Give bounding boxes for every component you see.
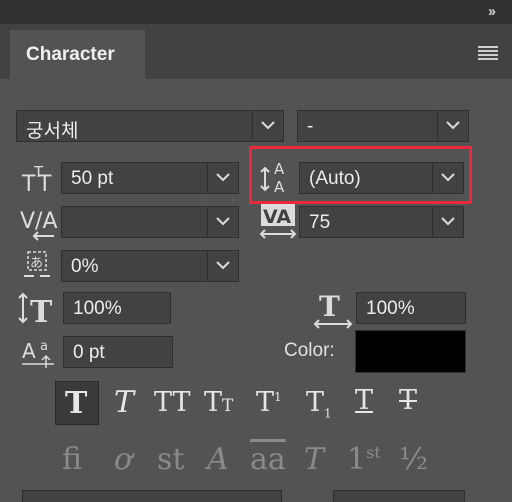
baseline-shift-value: 0 pt (73, 342, 105, 363)
color-swatch[interactable] (355, 330, 466, 373)
svg-text:あ: あ (30, 256, 43, 271)
chevron-down-icon (207, 251, 238, 281)
double-chevron-right-icon[interactable]: ›› (488, 3, 496, 20)
font-family-dropdown[interactable]: 궁서체 (16, 110, 284, 142)
superscript-button[interactable]: T1 (252, 381, 296, 425)
chevron-down-icon (437, 111, 468, 141)
strikethrough-button[interactable]: T (390, 381, 434, 425)
svg-text:VA: VA (263, 206, 291, 228)
anti-aliasing-dropdown[interactable] (333, 490, 465, 502)
svg-text:T: T (21, 172, 36, 193)
font-style-value: - (307, 116, 314, 137)
svg-text:T: T (319, 292, 340, 323)
panel-tab-bar: Character (0, 24, 512, 79)
horizontal-scale-value: 100% (366, 298, 415, 319)
tracking-icon: VA (259, 202, 299, 246)
vertical-scale-value: 100% (73, 298, 122, 319)
tsume-value: 0% (71, 256, 99, 277)
tsume-icon: あ (22, 250, 54, 286)
swash-button[interactable]: A (203, 440, 243, 480)
svg-text:A: A (22, 339, 36, 363)
fractions-button[interactable]: ½ (395, 440, 435, 480)
old-style-button[interactable]: ơ (108, 440, 148, 480)
subscript-button[interactable]: T1 (302, 381, 346, 425)
ligatures-button[interactable]: fi (58, 440, 98, 480)
vertical-scale-input[interactable]: 100% (63, 292, 171, 324)
font-size-value: 50 pt (71, 168, 114, 189)
horizontal-scale-icon: T (313, 290, 355, 334)
kerning-dropdown[interactable] (61, 206, 239, 238)
vertical-scale-icon: T (18, 292, 58, 330)
discretionary-ligatures-button[interactable]: st (153, 440, 193, 480)
baseline-shift-icon: Aa (22, 336, 58, 374)
faux-italic-button[interactable]: T (102, 381, 146, 425)
svg-text:a: a (40, 339, 48, 354)
tsume-dropdown[interactable]: 0% (61, 250, 239, 282)
panel-top-strip: ›› (0, 0, 512, 24)
svg-text:V/A: V/A (20, 209, 58, 234)
tracking-value: 75 (309, 212, 331, 233)
titling-button[interactable]: aa (248, 440, 288, 480)
stylistic-alternates-button[interactable]: T (298, 440, 338, 480)
tab-character[interactable]: Character (10, 30, 145, 79)
color-label: Color: (284, 340, 335, 361)
font-size-icon: TTT (20, 163, 56, 197)
small-caps-button[interactable]: TT (200, 381, 244, 425)
chevron-down-icon (252, 111, 283, 141)
language-dropdown[interactable] (22, 490, 282, 502)
leading-highlight-box (249, 146, 472, 204)
chevron-down-icon (207, 163, 238, 193)
ordinals-button[interactable]: 1st (345, 440, 385, 480)
baseline-shift-input[interactable]: 0 pt (63, 336, 173, 368)
all-caps-button[interactable]: TT (150, 381, 194, 425)
svg-text:T: T (37, 172, 52, 193)
faux-bold-button[interactable]: T (55, 381, 99, 425)
horizontal-scale-input[interactable]: 100% (356, 292, 466, 324)
underline-button[interactable]: T (346, 381, 390, 425)
tab-character-label: Character (26, 44, 115, 65)
kerning-icon: V/A (20, 204, 58, 246)
chevron-down-icon (432, 207, 463, 237)
font-family-value: 궁서체 (26, 121, 79, 142)
font-style-dropdown[interactable]: - (297, 110, 469, 142)
panel-menu-icon[interactable] (478, 46, 498, 62)
tracking-dropdown[interactable]: 75 (299, 206, 464, 238)
chevron-down-icon (207, 207, 238, 237)
svg-text:T: T (30, 295, 53, 326)
font-size-dropdown[interactable]: 50 pt (61, 162, 239, 194)
